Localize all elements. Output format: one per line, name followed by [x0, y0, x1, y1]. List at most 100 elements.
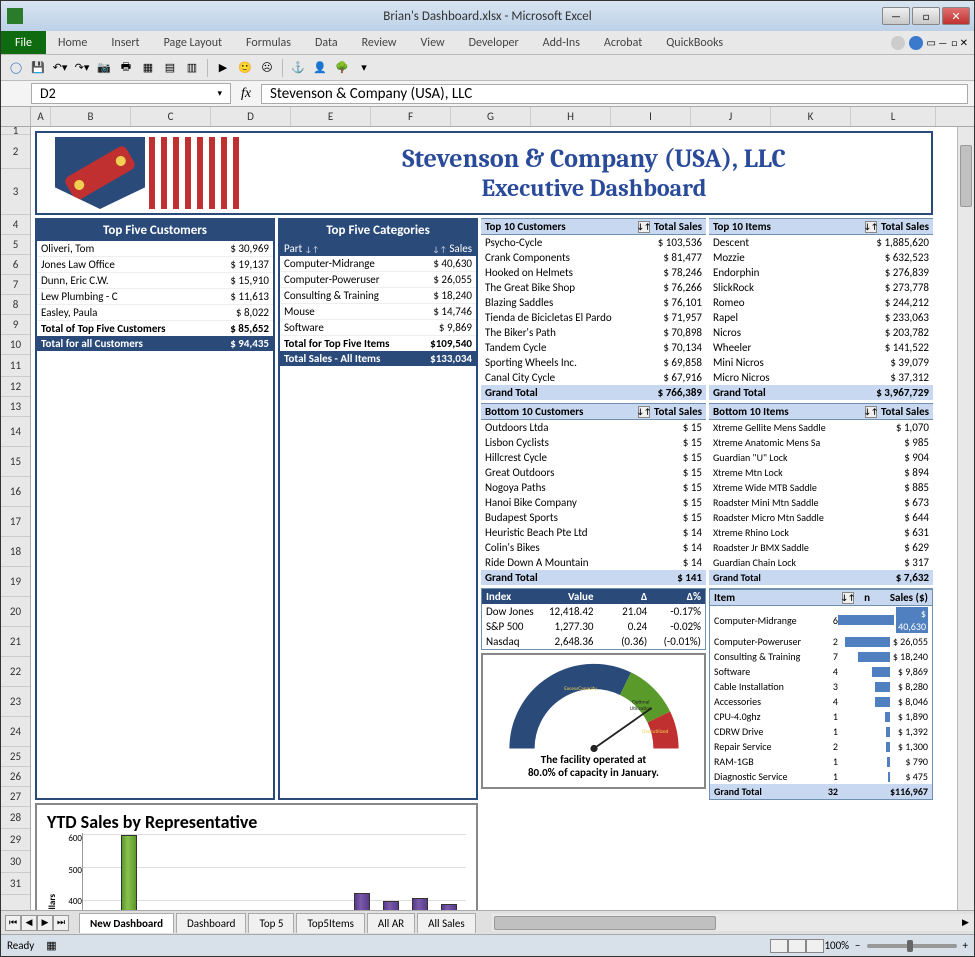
zoom-level[interactable]: 100%: [824, 939, 849, 952]
tab-next-icon[interactable]: ▶: [37, 915, 53, 931]
sheet-tab[interactable]: Top5Items: [296, 913, 364, 933]
row-20[interactable]: 20: [1, 597, 30, 627]
col-B[interactable]: B: [51, 107, 131, 126]
row-10[interactable]: 10: [1, 335, 30, 355]
doc-close-icon[interactable]: □ ✕: [951, 36, 968, 49]
row-6[interactable]: 6: [1, 255, 30, 275]
file-tab[interactable]: File: [1, 31, 46, 54]
ribbon-tab-formulas[interactable]: Formulas: [234, 32, 303, 54]
ribbon-tab-review[interactable]: Review: [350, 32, 409, 54]
qat-ball-icon[interactable]: ◯: [7, 59, 25, 77]
ribbon-tab-developer[interactable]: Developer: [457, 32, 531, 54]
undo-icon[interactable]: ↶▾: [51, 59, 69, 77]
row-2[interactable]: 2: [1, 135, 30, 169]
ribbon-tab-acrobat[interactable]: Acrobat: [592, 32, 654, 54]
layout2-icon[interactable]: ▤: [161, 59, 179, 77]
row-7[interactable]: 7: [1, 275, 30, 295]
filter-icon[interactable]: ↓↑: [842, 592, 854, 604]
row-11[interactable]: 11: [1, 355, 30, 377]
ribbon-tab-data[interactable]: Data: [303, 32, 350, 54]
row-12[interactable]: 12: [1, 377, 30, 397]
row-4[interactable]: 4: [1, 215, 30, 235]
zoom-slider[interactable]: [867, 944, 957, 948]
col-E[interactable]: E: [291, 107, 371, 126]
filter-icon[interactable]: ↓↑: [638, 406, 650, 418]
ribbon-tab-pagelayout[interactable]: Page Layout: [152, 32, 234, 54]
unknown-icon[interactable]: [891, 36, 905, 50]
row-27[interactable]: 27: [1, 787, 30, 807]
row-9[interactable]: 9: [1, 315, 30, 335]
col-F[interactable]: F: [371, 107, 451, 126]
zoom-out-icon[interactable]: −: [855, 939, 860, 952]
sheet-tab[interactable]: New Dashboard: [79, 913, 174, 933]
row-21[interactable]: 21: [1, 627, 30, 657]
ribbon-tab-add-ins[interactable]: Add-Ins: [531, 32, 592, 54]
horizontal-scrollbar[interactable]: [492, 914, 957, 931]
go-icon[interactable]: ▶: [214, 59, 232, 77]
ribbon-tab-insert[interactable]: Insert: [99, 32, 151, 54]
anchor-icon[interactable]: ⚓: [289, 59, 307, 77]
row-26[interactable]: 26: [1, 767, 30, 787]
col-A[interactable]: A: [31, 107, 51, 126]
ribbon-tab-view[interactable]: View: [409, 32, 457, 54]
view-break-icon[interactable]: [806, 939, 824, 953]
row-28[interactable]: 28: [1, 807, 30, 829]
maximize-button[interactable]: □: [912, 7, 940, 25]
tab-prev-icon[interactable]: ◀: [21, 915, 37, 931]
filter-icon[interactable]: ↓↑: [865, 221, 877, 233]
sheet-tab[interactable]: Top 5: [248, 913, 294, 933]
col-K[interactable]: K: [771, 107, 851, 126]
row-16[interactable]: 16: [1, 477, 30, 507]
tab-last-icon[interactable]: ⏭: [53, 915, 69, 931]
row-22[interactable]: 22: [1, 657, 30, 687]
name-box[interactable]: D2▾: [31, 83, 231, 104]
ribbon-tab-home[interactable]: Home: [46, 32, 99, 54]
dropdown-icon[interactable]: ▾: [355, 59, 373, 77]
row-23[interactable]: 23: [1, 687, 30, 717]
row-3[interactable]: 3: [1, 169, 30, 215]
vertical-scrollbar[interactable]: [957, 127, 974, 910]
worksheet[interactable]: Stevenson & Company (USA), LLC Executive…: [31, 127, 974, 910]
row-18[interactable]: 18: [1, 537, 30, 567]
row-15[interactable]: 15: [1, 447, 30, 477]
zoom-in-icon[interactable]: +: [963, 939, 968, 952]
redo-icon[interactable]: ↷▾: [73, 59, 91, 77]
tab-first-icon[interactable]: ⏮: [5, 915, 21, 931]
sheet-tab[interactable]: All AR: [367, 913, 415, 933]
row-14[interactable]: 14: [1, 417, 30, 447]
row-17[interactable]: 17: [1, 507, 30, 537]
row-5[interactable]: 5: [1, 235, 30, 255]
row-19[interactable]: 19: [1, 567, 30, 597]
col-C[interactable]: C: [131, 107, 211, 126]
camera-icon[interactable]: 📷: [95, 59, 113, 77]
filter-icon[interactable]: ↓↑: [638, 221, 650, 233]
layout1-icon[interactable]: ▦: [139, 59, 157, 77]
row-31[interactable]: 31: [1, 873, 30, 895]
col-J[interactable]: J: [691, 107, 771, 126]
ribbon-min-icon[interactable]: ▭ —: [927, 36, 948, 49]
col-H[interactable]: H: [531, 107, 611, 126]
layout3-icon[interactable]: ▥: [183, 59, 201, 77]
help-icon[interactable]: [909, 36, 923, 50]
ribbon-tab-quickbooks[interactable]: QuickBooks: [654, 32, 735, 54]
row-30[interactable]: 30: [1, 851, 30, 873]
row-13[interactable]: 13: [1, 397, 30, 417]
minimize-button[interactable]: —: [882, 7, 910, 25]
col-G[interactable]: G: [451, 107, 531, 126]
row-1[interactable]: 1: [1, 127, 30, 135]
col-L[interactable]: L: [851, 107, 936, 126]
sheet-tab[interactable]: Dashboard: [176, 913, 246, 933]
row-25[interactable]: 25: [1, 747, 30, 767]
fx-icon[interactable]: fx: [231, 86, 261, 102]
row-29[interactable]: 29: [1, 829, 30, 851]
filter-icon[interactable]: ↓↑: [865, 406, 877, 418]
person-icon[interactable]: 👤: [311, 59, 329, 77]
smile-icon[interactable]: 🙂: [236, 59, 254, 77]
row-8[interactable]: 8: [1, 295, 30, 315]
col-I[interactable]: I: [611, 107, 691, 126]
close-button[interactable]: ✕: [942, 7, 970, 25]
tree-icon[interactable]: 🌳: [333, 59, 351, 77]
sheet-tab[interactable]: All Sales: [417, 913, 476, 933]
view-normal-icon[interactable]: [770, 939, 788, 953]
col-D[interactable]: D: [211, 107, 291, 126]
